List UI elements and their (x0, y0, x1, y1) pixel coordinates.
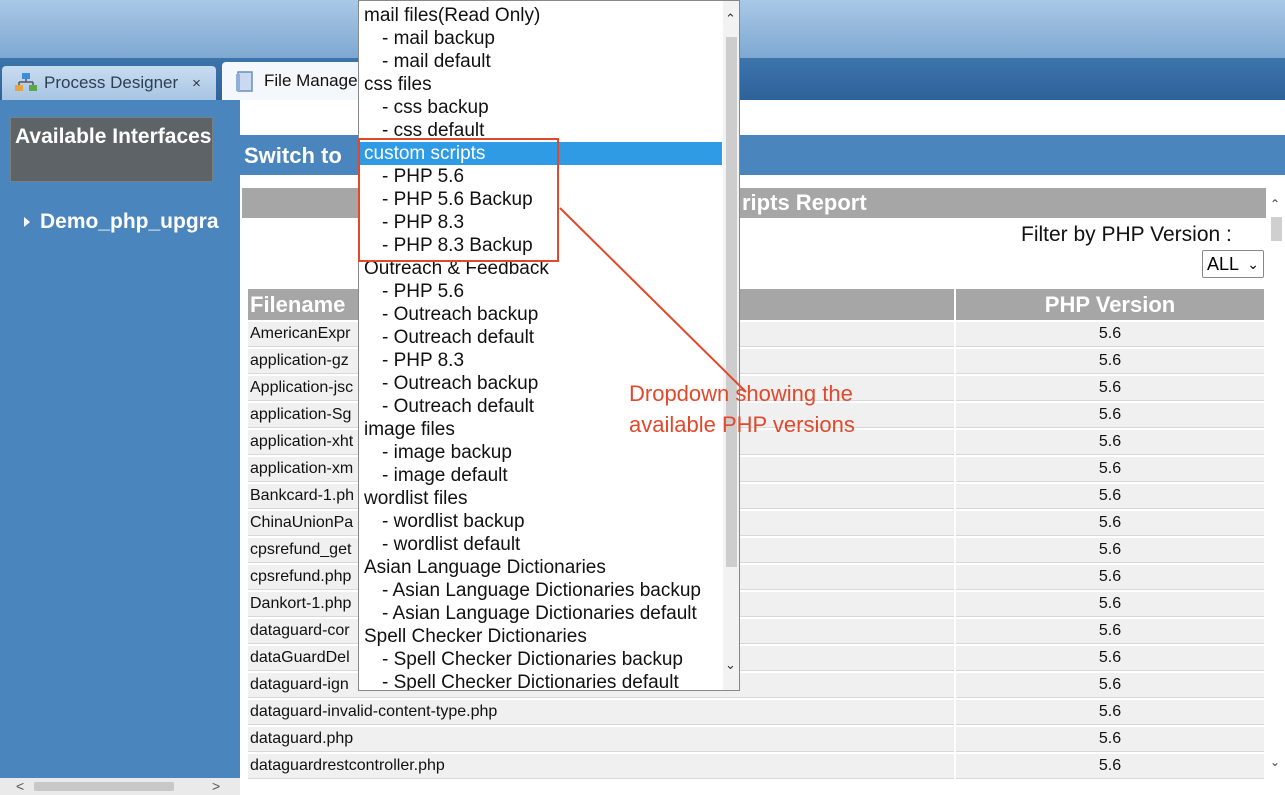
callout-line-1: Dropdown showing the (629, 381, 853, 406)
callout-line-2: available PHP versions (629, 412, 855, 437)
callout-annotation: Dropdown showing the available PHP versi… (629, 378, 949, 440)
